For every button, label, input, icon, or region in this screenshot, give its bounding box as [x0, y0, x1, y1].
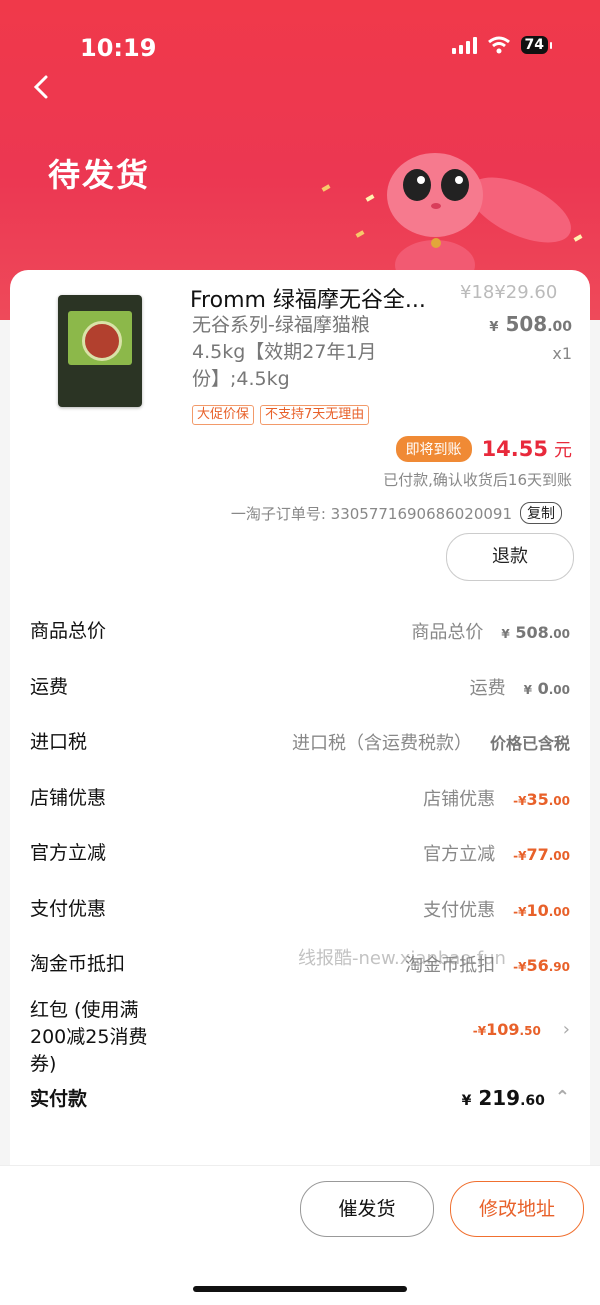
- quantity: x1: [552, 344, 572, 363]
- unit-price: ¥ 508.00: [489, 312, 572, 336]
- total-row[interactable]: 实付款 ¥ 219.60 ⌃: [10, 1074, 590, 1130]
- wifi-icon: [487, 36, 510, 54]
- fee-row-import-tax: 进口税 进口税（含运费税款） 价格已含税: [30, 731, 570, 754]
- back-arrow-icon[interactable]: [28, 72, 58, 102]
- watermark: 线报酷-new.xianbao.fun: [298, 948, 506, 969]
- product-name[interactable]: 无谷系列-绿福摩猫粮4.5kg【效期27年1月份】;4.5kg: [192, 312, 412, 393]
- total-amount: ¥ 219.60 ⌃: [461, 1085, 570, 1110]
- bottom-action-bar: 催发货 修改地址: [0, 1165, 600, 1305]
- pending-payout: 即将到账 14.55 元: [395, 436, 572, 462]
- tag-list: 大促价保 不支持7天无理由: [192, 405, 370, 425]
- tag-price-protect: 大促价保: [192, 405, 255, 425]
- copy-button[interactable]: 复制: [520, 502, 562, 524]
- refund-button[interactable]: 退款: [446, 533, 574, 581]
- product-original-price: ¥18¥29.60: [460, 282, 558, 303]
- order-card: Fromm 绿福摩无谷全... ¥18¥29.60 无谷系列-绿福摩猫粮4.5k…: [10, 270, 590, 1165]
- order-number-row: 一淘子订单号: 3305771690686020091 复制: [231, 502, 562, 524]
- battery-icon: 74: [520, 36, 553, 54]
- fee-row-official-discount: 官方立减 官方立减 -¥77.00: [30, 842, 570, 865]
- chevron-up-icon: ⌃: [554, 1087, 570, 1108]
- status-icons: 74: [451, 36, 553, 54]
- fee-row-payment-discount: 支付优惠 支付优惠 -¥10.00: [30, 897, 570, 921]
- order-number: 一淘子订单号: 3305771690686020091: [230, 504, 512, 523]
- product-title: Fromm 绿福摩无谷全...: [190, 288, 426, 313]
- fee-row-shipping: 运费 运费 ¥ 0.00: [30, 675, 570, 699]
- chevron-right-icon: ›: [562, 1018, 570, 1040]
- pending-note: 已付款,确认收货后16天到账: [383, 471, 572, 489]
- pending-amount: 14.55 元: [481, 437, 572, 461]
- fee-row-subtotal: 商品总价 商品总价 ¥ 508.00: [30, 620, 570, 643]
- pending-badge: 即将到账: [395, 436, 472, 462]
- change-address-button[interactable]: 修改地址: [450, 1181, 584, 1237]
- fee-row-store-discount: 店铺优惠 店铺优惠 -¥35.00: [30, 786, 570, 810]
- signal-icon: [451, 36, 477, 54]
- mascot-illustration: [387, 153, 571, 290]
- status-time: 10:19: [80, 34, 157, 62]
- fee-list: 商品总价 商品总价 ¥ 508.00 运费 运费 ¥ 0.00 进口税 进口税（含运…: [10, 600, 590, 1130]
- page-title: 待发货: [48, 156, 151, 194]
- product-image[interactable]: [58, 295, 142, 407]
- tag-no-return: 不支持7天无理由: [260, 405, 370, 425]
- fee-row-red-packet[interactable]: 红包 (使用满200减25消费券) -¥109.50 ›: [10, 989, 590, 1075]
- home-indicator: [193, 1286, 407, 1292]
- urge-shipping-button[interactable]: 催发货: [300, 1181, 434, 1237]
